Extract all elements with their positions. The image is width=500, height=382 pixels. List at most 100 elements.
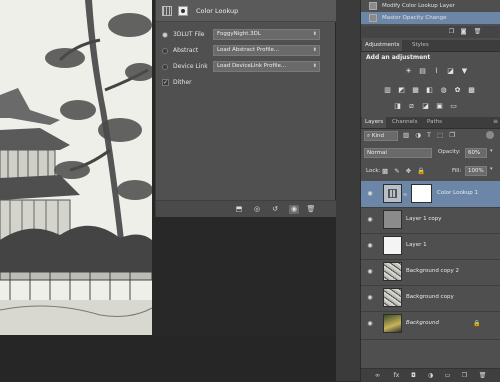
tab-paths[interactable]: Paths xyxy=(424,117,445,128)
layer-thumbnail xyxy=(383,288,402,307)
eye-icon[interactable]: ◉ xyxy=(366,268,374,275)
vibrance-icon[interactable]: ▥ xyxy=(383,86,392,95)
gradient-map-icon-2[interactable]: ▭ xyxy=(449,102,458,111)
device-link-radio[interactable] xyxy=(162,64,168,70)
properties-footer: ⬒ ◎ ↺ ◉ 🗑 xyxy=(156,200,336,217)
delete-layer-icon[interactable]: 🗑 xyxy=(478,371,487,380)
eye-icon[interactable]: ◉ xyxy=(366,294,374,301)
posterize-icon[interactable]: ⧄ xyxy=(407,102,416,111)
add-mask-icon[interactable]: ◘ xyxy=(409,371,418,380)
new-layer-icon[interactable]: ❐ xyxy=(460,371,469,380)
panel-dock-gap xyxy=(336,0,360,381)
black-white-icon[interactable]: ◧ xyxy=(425,86,434,95)
invert-icon[interactable]: ◨ xyxy=(393,102,402,111)
fill-input[interactable]: 100% xyxy=(465,166,487,176)
panel-menu-icon[interactable]: ≡ xyxy=(493,118,498,125)
visibility-eye-icon[interactable]: ◉ xyxy=(289,205,299,214)
layer-style-icon[interactable]: fx xyxy=(392,371,401,380)
snapshot-camera-icon[interactable]: ◙ xyxy=(459,27,468,36)
dither-row[interactable]: ✓ Dither xyxy=(156,76,336,92)
layer-mask-thumbnail[interactable] xyxy=(411,184,432,203)
layer-row[interactable]: ◉ Background copy 2 xyxy=(361,259,500,286)
delete-icon[interactable]: 🗑 xyxy=(306,205,316,214)
view-previous-state-icon[interactable]: ◎ xyxy=(252,205,262,214)
lock-options-icons[interactable]: ▩ ✎ ✥ 🔒 xyxy=(382,167,427,175)
tab-adjustments[interactable]: Adjustments xyxy=(362,40,403,51)
mask-icon[interactable] xyxy=(178,6,188,16)
hue-saturation-icon[interactable]: ◩ xyxy=(397,86,406,95)
new-document-icon[interactable]: ❐ xyxy=(447,27,456,36)
reset-icon[interactable]: ↺ xyxy=(270,205,280,214)
dither-label: Dither xyxy=(173,79,192,86)
device-link-label: Device Link xyxy=(173,63,208,70)
layer-name: Background copy 2 xyxy=(406,268,459,274)
color-lookup-icon[interactable]: ▩ xyxy=(467,86,476,95)
color-balance-icon[interactable]: ▦ xyxy=(411,86,420,95)
dither-checkbox[interactable]: ✓ xyxy=(162,79,169,86)
link-layers-icon[interactable]: ∞ xyxy=(373,371,382,380)
fill-label: Fill: xyxy=(452,168,462,174)
selective-color-icon[interactable]: ▣ xyxy=(435,102,444,111)
tab-channels[interactable]: Channels xyxy=(389,117,420,128)
workspace-background xyxy=(0,335,360,381)
lock-label: Lock: xyxy=(366,168,381,174)
opacity-value: 60% xyxy=(468,150,481,156)
abstract-dropdown[interactable]: Load Abstract Profile... ⬍ xyxy=(213,45,320,56)
opacity-arrow-icon[interactable]: ▾ xyxy=(490,148,493,154)
lut-file-radio[interactable] xyxy=(162,32,168,38)
eye-icon[interactable]: ◉ xyxy=(366,242,374,249)
device-link-row[interactable]: Device Link Load DeviceLink Profile... ⬍ xyxy=(156,60,336,76)
fill-value: 100% xyxy=(468,168,484,174)
blend-mode-dropdown[interactable]: Normal xyxy=(364,148,432,158)
curves-icon[interactable]: ⌇ xyxy=(432,67,441,76)
channel-mixer-icon[interactable]: ✿ xyxy=(453,86,462,95)
properties-header: Color Lookup xyxy=(156,0,336,22)
history-state-icon xyxy=(369,2,377,10)
photo-filter-icon[interactable]: ◍ xyxy=(439,86,448,95)
layer-row[interactable]: ◉ Layer 1 xyxy=(361,233,500,260)
layer-filter-icons[interactable]: ▨ ◑ T ⬚ ❐ xyxy=(403,131,457,139)
history-item[interactable]: Modify Color Lookup Layer xyxy=(361,0,500,12)
trash-icon[interactable]: 🗑 xyxy=(473,27,482,36)
abstract-row[interactable]: Abstract Load Abstract Profile... ⬍ xyxy=(156,44,336,60)
opacity-input[interactable]: 60% xyxy=(465,148,487,158)
eye-icon[interactable]: ◉ xyxy=(366,320,374,327)
layers-footer: ∞ fx ◘ ◑ ▭ ❐ 🗑 xyxy=(361,368,500,382)
lock-icon: 🔒 xyxy=(473,320,481,327)
fill-arrow-icon[interactable]: ▾ xyxy=(490,166,493,172)
new-group-icon[interactable]: ▭ xyxy=(443,371,452,380)
layer-row[interactable]: ◉ Layer 1 copy xyxy=(361,207,500,234)
eye-icon[interactable]: ◉ xyxy=(366,216,374,223)
tab-styles[interactable]: Styles xyxy=(409,40,432,51)
opacity-label: Opacity: xyxy=(438,149,461,155)
layer-thumbnail xyxy=(383,262,402,281)
brightness-icon[interactable]: ☀ xyxy=(404,67,413,76)
layer-row-color-lookup[interactable]: ◉ ∞ Color Lookup 1 xyxy=(361,181,500,208)
lut-file-row[interactable]: 3DLUT File FoggyNight.3DL ⬍ xyxy=(156,28,336,44)
exposure-icon[interactable]: ◪ xyxy=(446,67,455,76)
abstract-radio[interactable] xyxy=(162,48,168,54)
right-panels: Modify Color Lookup Layer Master Opacity… xyxy=(360,0,500,382)
lut-file-dropdown[interactable]: FoggyNight.3DL ⬍ xyxy=(213,29,320,40)
layer-thumbnail xyxy=(383,236,402,255)
layer-row[interactable]: ◉ Background copy xyxy=(361,285,500,312)
filter-toggle-icon[interactable] xyxy=(486,131,494,139)
clip-to-layer-icon[interactable]: ⬒ xyxy=(234,205,244,214)
document-canvas[interactable] xyxy=(0,0,152,335)
layer-row-background[interactable]: ◉ Background 🔒 xyxy=(361,311,500,340)
layer-name: Background xyxy=(406,320,439,326)
abstract-label: Abstract xyxy=(173,47,199,54)
tab-layers[interactable]: Layers xyxy=(362,117,387,128)
new-adjustment-icon[interactable]: ◑ xyxy=(426,371,435,380)
history-item-selected[interactable]: Master Opacity Change xyxy=(361,12,500,24)
lut-file-value: FoggyNight.3DL xyxy=(217,31,261,37)
levels-icon[interactable]: ▤ xyxy=(418,67,427,76)
threshold-icon[interactable]: ◪ xyxy=(421,102,430,111)
device-link-dropdown[interactable]: Load DeviceLink Profile... ⬍ xyxy=(213,61,320,72)
gradient-map-icon[interactable]: ▼ xyxy=(460,67,469,76)
eye-icon[interactable]: ◉ xyxy=(366,190,374,197)
chain-link-icon[interactable]: ∞ xyxy=(403,192,407,198)
adjustment-grid-icon xyxy=(162,6,172,16)
filter-value: Kind xyxy=(371,133,384,139)
layer-filter-dropdown[interactable]: ⌕ Kind xyxy=(364,131,398,141)
